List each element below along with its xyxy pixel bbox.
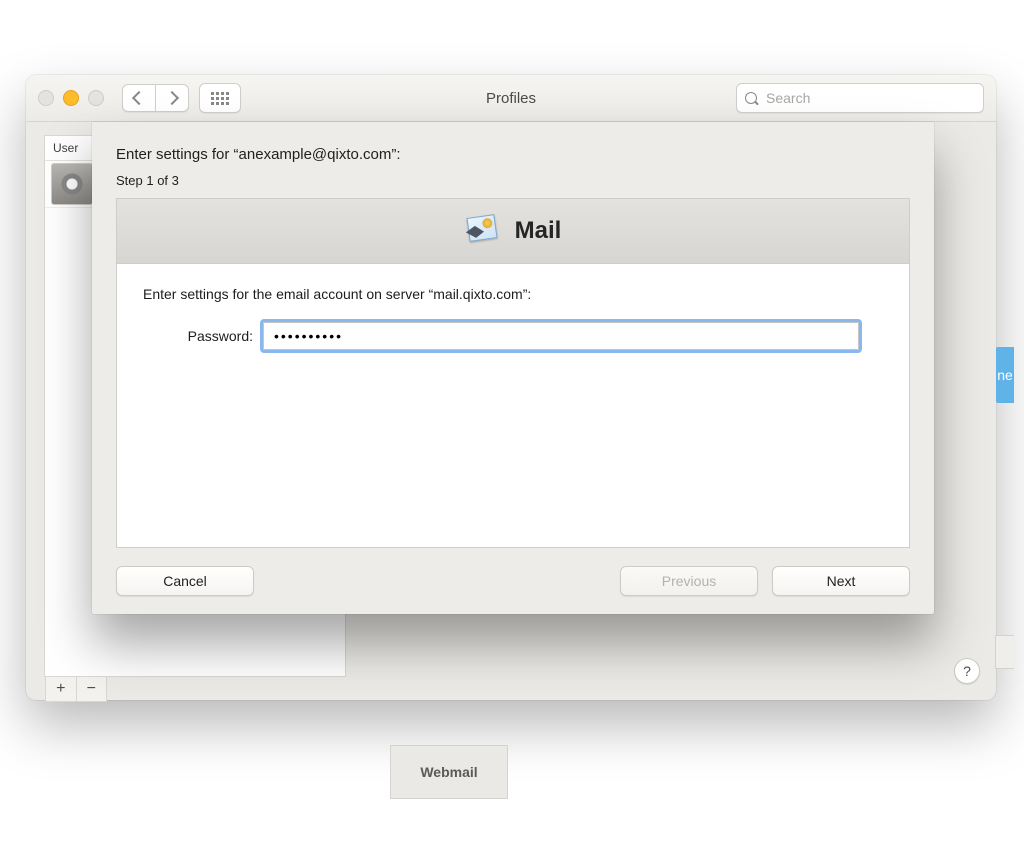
nav-forward-button[interactable] <box>155 85 188 111</box>
nav-back-forward <box>122 84 189 112</box>
search-icon <box>745 92 758 105</box>
help-button[interactable]: ? <box>954 658 980 684</box>
settings-sheet: Enter settings for “anexample@qixto.com”… <box>92 122 934 614</box>
config-body: Enter settings for the email account on … <box>117 264 909 547</box>
webmail-button[interactable]: Webmail <box>390 745 508 799</box>
nav-back-button[interactable] <box>123 85 155 111</box>
sheet-buttons: Cancel Previous Next <box>116 566 910 596</box>
titlebar: Profiles <box>26 75 996 122</box>
close-window-dot[interactable] <box>38 90 54 106</box>
previous-button: Previous <box>620 566 758 596</box>
chevron-right-icon <box>165 91 179 105</box>
profile-gear-icon <box>51 163 93 205</box>
remove-profile-button[interactable]: − <box>76 677 107 701</box>
config-header: Mail <box>117 199 909 264</box>
window-controls <box>38 90 104 106</box>
next-button[interactable]: Next <box>772 566 910 596</box>
obscured-right-tab[interactable]: ne <box>996 347 1014 403</box>
zoom-window-dot[interactable] <box>88 90 104 106</box>
mail-app-icon <box>465 216 501 246</box>
show-all-prefs-button[interactable] <box>199 83 241 113</box>
sheet-heading: Enter settings for “anexample@qixto.com”… <box>116 146 910 163</box>
password-label: Password: <box>143 328 253 344</box>
sheet-step: Step 1 of 3 <box>116 173 910 188</box>
minimize-window-dot[interactable] <box>63 90 79 106</box>
config-instruction: Enter settings for the email account on … <box>143 286 883 302</box>
cancel-button[interactable]: Cancel <box>116 566 254 596</box>
sidebar-footer: + − <box>45 677 107 702</box>
search-field-wrap[interactable] <box>736 83 984 113</box>
config-title: Mail <box>515 217 562 245</box>
password-input[interactable] <box>263 322 859 350</box>
config-box: Mail Enter settings for the email accoun… <box>116 198 910 548</box>
grid-icon <box>211 92 229 105</box>
password-row: Password: <box>143 322 883 350</box>
add-profile-button[interactable]: + <box>46 677 76 701</box>
search-input[interactable] <box>764 89 975 107</box>
obscured-right-button[interactable] <box>995 635 1014 669</box>
chevron-left-icon <box>132 91 146 105</box>
